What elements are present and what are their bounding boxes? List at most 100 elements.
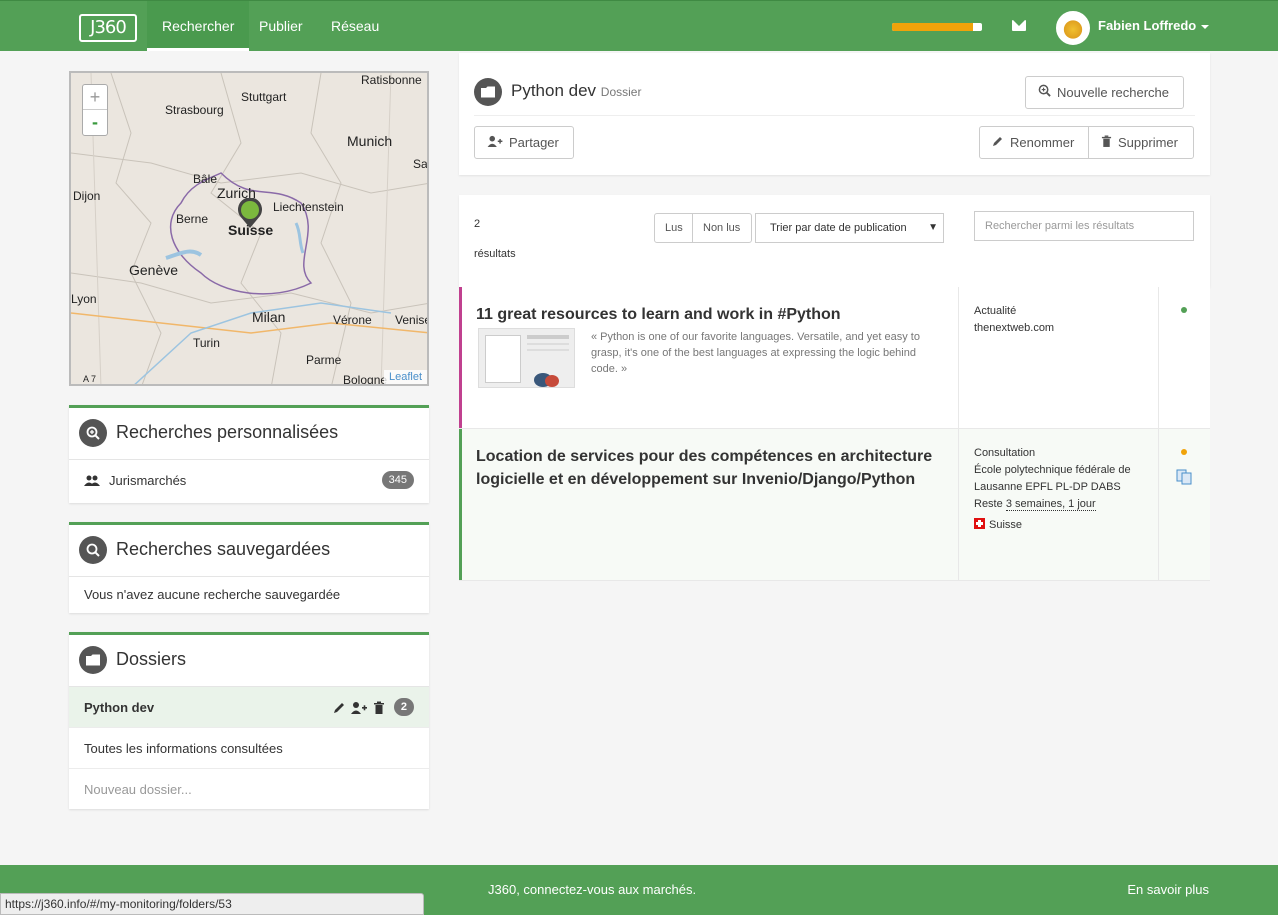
result-meta: Consultation École polytechnique fédéral…: [959, 429, 1159, 580]
result-excerpt: « Python is one of our favorite language…: [591, 331, 920, 375]
result-category: Consultation: [974, 447, 1036, 459]
result-deadline: Reste 3 semaines, 1 jour: [974, 496, 1143, 513]
result-status: [1159, 429, 1210, 580]
nav-reseau[interactable]: Réseau: [316, 1, 394, 51]
result-item[interactable]: Location de services pour des compétence…: [459, 429, 1210, 581]
saved-searches-panel: Recherches sauvegardées Vous n'avez aucu…: [69, 522, 429, 613]
map-label: Salz: [413, 157, 428, 171]
count-badge: 2: [393, 698, 414, 716]
map-label: Munich: [347, 133, 393, 149]
add-user-icon: [351, 702, 367, 714]
zoom-in-button[interactable]: +: [83, 85, 107, 110]
result-title[interactable]: Location de services pour des compétence…: [476, 445, 946, 491]
chevron-down-icon: ▼: [928, 222, 938, 233]
new-folder-input[interactable]: Nouveau dossier...: [69, 769, 429, 810]
share-label: Partager: [509, 135, 559, 150]
custom-searches-panel: Recherches personnalisées Jurismarchés 3…: [69, 405, 429, 503]
map-marker-icon[interactable]: [236, 198, 264, 230]
avatar[interactable]: [1056, 11, 1090, 45]
map-label: Vérone: [333, 313, 372, 327]
filter-read-button[interactable]: Lus: [654, 213, 693, 243]
top-navbar: J360 Rechercher Publier Réseau Fabien Lo…: [0, 0, 1278, 51]
results-toolbar: 2 résultats Lus Non lus Trier par date d…: [459, 195, 1210, 287]
new-search-label: Nouvelle recherche: [1057, 85, 1170, 100]
pencil-icon: [334, 703, 344, 713]
deadline-prefix: Reste: [974, 498, 1003, 510]
zoom-out-button[interactable]: -: [83, 110, 107, 135]
status-dot: [1181, 307, 1187, 313]
trash-icon: [1101, 127, 1112, 158]
result-source[interactable]: thenextweb.com: [974, 320, 1143, 337]
map-label: Bâle: [193, 172, 218, 186]
users-icon: [84, 475, 100, 486]
list-item-label: Jurismarchés: [109, 473, 187, 488]
share-button[interactable]: Partager: [474, 126, 574, 159]
sort-select[interactable]: Trier par date de publication ▼: [755, 213, 944, 243]
delete-button[interactable]: Supprimer: [1088, 126, 1194, 159]
map-label: Genève: [129, 262, 179, 278]
folder-actions: [334, 701, 384, 714]
result-status: [1159, 287, 1210, 428]
search-plus-icon: [1038, 77, 1051, 108]
panel-header: Dossiers: [69, 635, 429, 687]
trash-icon: [374, 701, 384, 714]
filter-unread-button[interactable]: Non lus: [692, 213, 752, 243]
map-label: Berne: [176, 212, 209, 226]
result-organisation: École polytechnique fédérale de Lausanne…: [974, 464, 1131, 493]
map-label: Ratisbonne: [361, 73, 422, 87]
divider: [474, 115, 1195, 116]
sort-select-value: Trier par date de publication: [770, 222, 907, 234]
status-dot: [1181, 449, 1187, 455]
map-label: Venise: [395, 313, 429, 327]
folder-icon: [79, 646, 107, 674]
map-label: Bologne: [343, 373, 388, 386]
result-meta: Actualité thenextweb.com: [959, 287, 1159, 428]
folder-item[interactable]: Toutes les informations consultées: [69, 728, 429, 769]
footer-tagline: J360, connectez-vous aux marchés.: [488, 882, 697, 897]
nav-rechercher[interactable]: Rechercher: [147, 1, 250, 51]
map-label: Lyon: [71, 292, 97, 306]
folder-label: Python dev: [84, 700, 155, 715]
user-name[interactable]: Fabien Loffredo: [1098, 18, 1196, 33]
result-main: Location de services pour des compétence…: [459, 429, 959, 580]
new-search-button[interactable]: Nouvelle recherche: [1025, 76, 1184, 109]
envelope-icon[interactable]: [1012, 20, 1026, 31]
map-label: Dijon: [73, 189, 101, 203]
panel-title: Recherches sauvegardées: [116, 539, 331, 559]
folder-type: Dossier: [600, 85, 642, 99]
rename-button[interactable]: Renommer: [979, 126, 1089, 159]
swiss-flag-icon: [974, 518, 985, 529]
panel-title: Recherches personnalisées: [116, 422, 339, 442]
results-search-input[interactable]: Rechercher parmi les résultats: [974, 211, 1194, 241]
learn-more-link[interactable]: En savoir plus: [1127, 882, 1209, 897]
pencil-icon: [992, 127, 1004, 158]
results-count: 2: [474, 218, 481, 230]
map-label: Parme: [306, 353, 342, 367]
leaflet-attribution[interactable]: Leaflet: [383, 370, 427, 384]
map[interactable]: + - Ratisbonne Stuttgart Strasbourg Muni…: [69, 71, 429, 386]
result-title[interactable]: 11 great resources to learn and work in …: [476, 303, 946, 326]
nav-publier[interactable]: Publier: [244, 1, 318, 51]
panel-header: Recherches sauvegardées: [69, 525, 429, 577]
copy-icon[interactable]: [1176, 469, 1192, 485]
rename-label: Renommer: [1010, 135, 1075, 150]
progress-fill: [892, 23, 973, 31]
map-label: Turin: [193, 336, 220, 350]
list-item[interactable]: Jurismarchés 345: [69, 460, 429, 501]
result-thumbnail[interactable]: [478, 328, 575, 388]
panel-header: Recherches personnalisées: [69, 408, 429, 460]
result-country: Suisse: [974, 517, 1143, 534]
result-main: 11 great resources to learn and work in …: [459, 287, 959, 428]
panel-title: Dossiers: [116, 649, 187, 669]
folders-panel: Dossiers Python dev 2 Toutes les informa…: [69, 632, 429, 809]
map-label: Strasbourg: [165, 103, 224, 117]
map-label: A 7: [83, 374, 97, 384]
result-item[interactable]: 11 great resources to learn and work in …: [459, 287, 1210, 429]
browser-status-url: https://j360.info/#/my-monitoring/folder…: [0, 893, 424, 915]
j360-logo[interactable]: J360: [79, 14, 137, 42]
folder-item-active[interactable]: Python dev 2: [69, 687, 429, 728]
map-zoom-control: + -: [82, 84, 108, 136]
profile-progress-bar: [892, 23, 982, 31]
chevron-down-icon[interactable]: [1201, 25, 1209, 29]
empty-message: Vous n'avez aucune recherche sauvegardée: [84, 587, 341, 602]
